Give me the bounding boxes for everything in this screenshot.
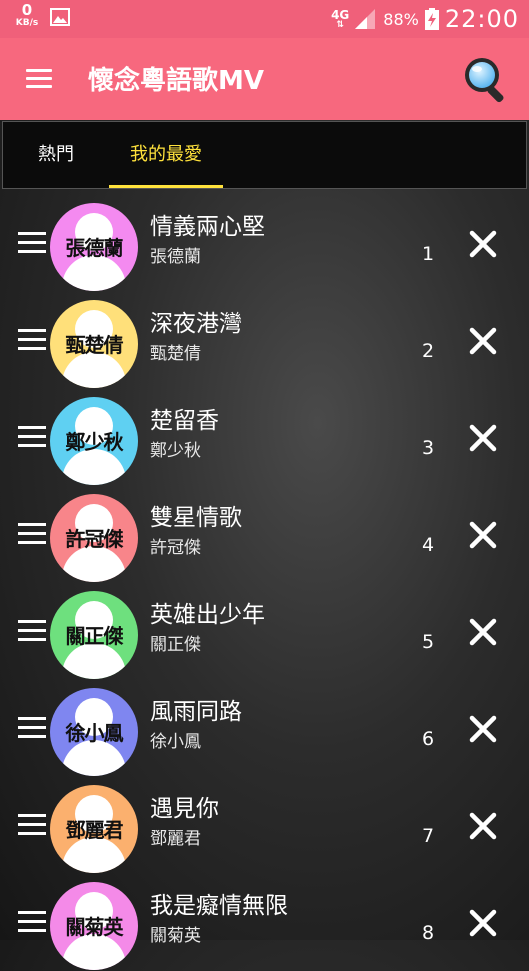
song-artist: 關正傑 [150,635,201,655]
list-item[interactable]: 關菊英 我是癡情無限 關菊英 8 [0,874,529,971]
network-speed-unit: KB/s [15,18,39,28]
list-item[interactable]: 甄楚倩 深夜港灣 甄楚倩 2 [0,292,529,389]
avatar-label: 甄楚倩 [65,333,124,357]
song-artist: 甄楚倩 [150,344,201,364]
clock: 22:00 [444,5,519,33]
app-title: 懷念粵語歌MV [88,66,264,96]
network-speed-value: 0 [21,1,33,19]
search-icon[interactable] [462,55,512,105]
song-artist: 徐小鳳 [150,732,201,752]
song-artist: 鄧麗君 [150,829,201,849]
song-index: 5 [421,631,435,653]
song-title: 楚留香 [150,408,219,434]
avatar-label: 關正傑 [65,624,124,648]
gallery-notification-icon [50,8,70,26]
menu-button[interactable] [22,64,58,94]
avatar-label: 鄭少秋 [65,430,124,454]
drag-handle-icon[interactable] [18,620,46,642]
remove-icon[interactable] [467,907,499,939]
tab-hot[interactable]: 熱門 [23,122,89,188]
signal-strength-icon [355,9,376,29]
avatar: 徐小鳳 [50,688,138,776]
status-bar: 0 KB/s 4G ⇅ 88% 22:00 [0,0,529,38]
remove-icon[interactable] [467,616,499,648]
network-speed: 0 KB/s [12,3,42,28]
battery-percent: 88% [383,9,419,29]
remove-icon[interactable] [467,713,499,745]
avatar-label: 張德蘭 [65,236,124,260]
remove-icon[interactable] [467,422,499,454]
app-toolbar: 懷念粵語歌MV [0,38,529,120]
drag-handle-icon[interactable] [18,814,46,836]
song-index: 2 [421,340,435,362]
song-title: 風雨同路 [150,699,242,725]
song-index: 7 [421,825,435,847]
avatar: 關菊英 [50,882,138,970]
song-title: 英雄出少年 [150,602,265,628]
drag-handle-icon[interactable] [18,911,46,933]
song-title: 雙星情歌 [150,505,242,531]
avatar-label: 關菊英 [65,915,124,939]
menu-icon-line [26,85,52,88]
network-type: 4G ⇅ [331,9,349,30]
avatar: 甄楚倩 [50,300,138,388]
drag-handle-icon[interactable] [18,717,46,739]
song-index: 4 [421,534,435,556]
song-index: 6 [421,728,435,750]
avatar: 關正傑 [50,591,138,679]
data-activity-icon: ⇅ [336,19,344,30]
remove-icon[interactable] [467,810,499,842]
song-title: 深夜港灣 [150,311,242,337]
avatar: 張德蘭 [50,203,138,291]
song-title: 我是癡情無限 [150,893,288,919]
drag-handle-icon[interactable] [18,329,46,351]
avatar: 鄭少秋 [50,397,138,485]
song-artist: 張德蘭 [150,247,201,267]
list-item[interactable]: 張德蘭 情義兩心堅 張德蘭 1 [0,195,529,292]
song-artist: 許冠傑 [150,538,201,558]
list-item[interactable]: 關正傑 英雄出少年 關正傑 5 [0,583,529,680]
song-title: 情義兩心堅 [150,214,265,240]
drag-handle-icon[interactable] [18,426,46,448]
list-item[interactable]: 許冠傑 雙星情歌 許冠傑 4 [0,486,529,583]
remove-icon[interactable] [467,228,499,260]
list-item[interactable]: 徐小鳳 風雨同路 徐小鳳 6 [0,680,529,777]
list-item[interactable]: 鄭少秋 楚留香 鄭少秋 3 [0,389,529,486]
remove-icon[interactable] [467,325,499,357]
tab-favorites[interactable]: 我的最愛 [109,122,223,188]
menu-icon-line [26,69,52,72]
tab-selected-indicator [109,185,223,188]
song-index: 3 [421,437,435,459]
avatar-label: 徐小鳳 [65,721,124,745]
avatar: 鄧麗君 [50,785,138,873]
song-index: 1 [421,243,435,265]
song-artist: 鄭少秋 [150,441,201,461]
drag-handle-icon[interactable] [18,523,46,545]
drag-handle-icon[interactable] [18,232,46,254]
song-title: 遇見你 [150,796,219,822]
remove-icon[interactable] [467,519,499,551]
battery-charging-icon [424,8,439,30]
avatar-label: 鄧麗君 [65,818,124,842]
song-index: 8 [421,922,435,944]
list-item[interactable]: 鄧麗君 遇見你 鄧麗君 7 [0,777,529,874]
avatar: 許冠傑 [50,494,138,582]
tab-favorites-label: 我的最愛 [130,144,202,165]
menu-icon-line [26,77,52,80]
song-artist: 關菊英 [150,926,201,946]
tab-bar: 熱門 我的最愛 [2,121,527,189]
avatar-label: 許冠傑 [65,527,124,551]
